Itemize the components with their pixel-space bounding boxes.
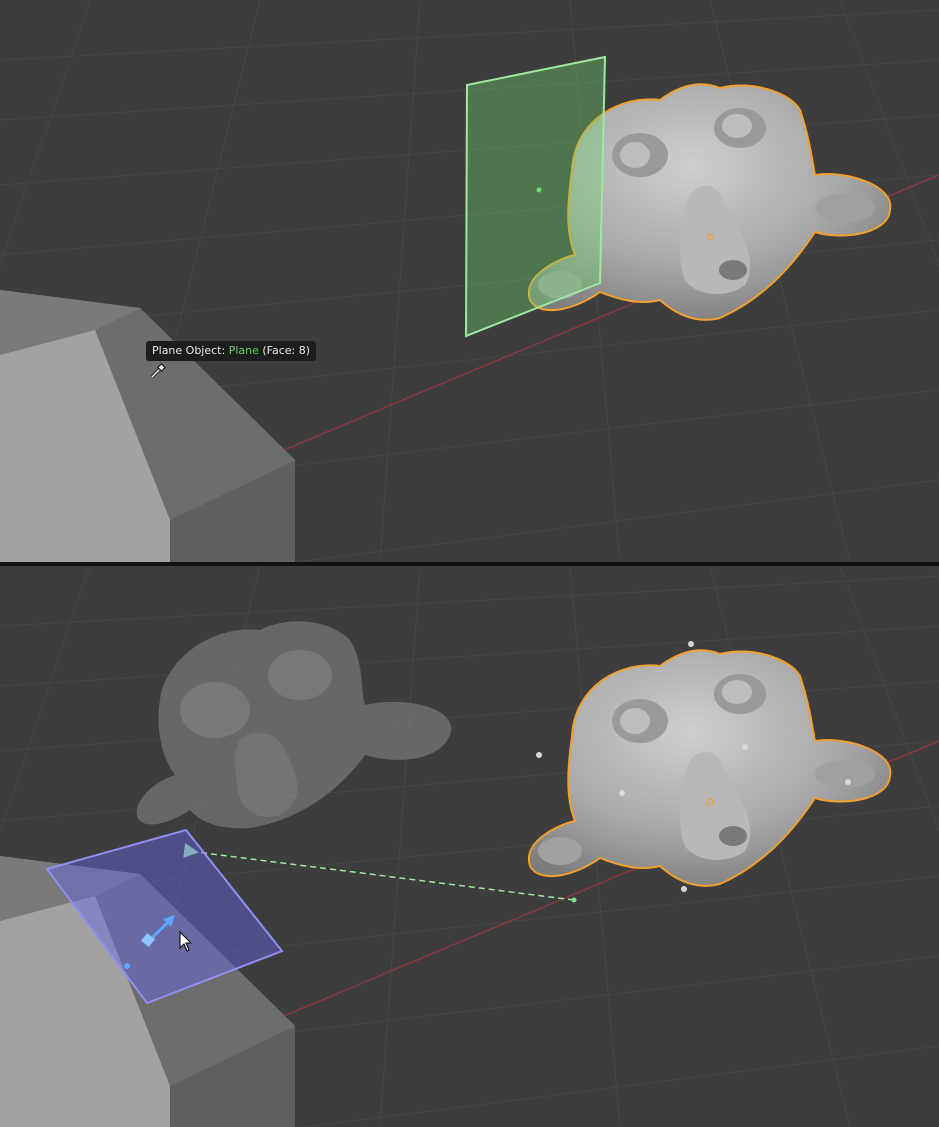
hover-tooltip: Plane Object: Plane (Face: 8) — [146, 341, 317, 361]
viewport-top-canvas[interactable] — [0, 0, 939, 562]
tooltip-object-name: Plane — [228, 344, 259, 357]
viewport-top[interactable]: Plane Object: Plane (Face: 8) — [0, 0, 939, 562]
tooltip-face-info: (Face: 8) — [258, 344, 311, 357]
viewport-bottom-canvas[interactable] — [0, 566, 939, 1127]
tooltip-prefix: Plane Object: — [152, 344, 229, 357]
viewport-bottom[interactable] — [0, 566, 939, 1127]
